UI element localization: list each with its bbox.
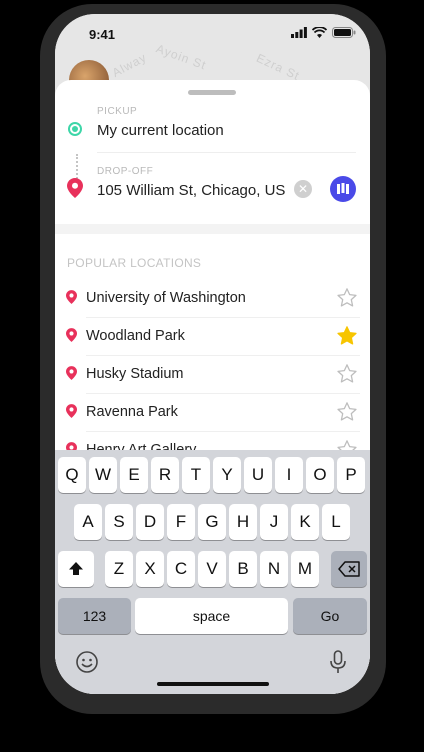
drag-handle[interactable] [188, 90, 236, 95]
location-name: Husky Stadium [86, 366, 184, 382]
location-name: Woodland Park [86, 328, 185, 344]
field-divider [97, 152, 356, 153]
section-gap [55, 224, 370, 234]
key-f[interactable]: F [167, 504, 195, 540]
numbers-key[interactable]: 123 [58, 598, 131, 634]
home-indicator[interactable] [157, 682, 269, 686]
key-n[interactable]: N [260, 551, 288, 587]
key-c[interactable]: C [167, 551, 195, 587]
key-s[interactable]: S [105, 504, 133, 540]
clear-dropoff-button[interactable]: ✕ [294, 180, 312, 198]
location-name: Ravenna Park [86, 404, 178, 420]
star-outline-icon[interactable] [336, 363, 358, 385]
location-item[interactable]: University of Washington [55, 280, 370, 318]
shift-key[interactable] [58, 551, 94, 587]
location-pin-icon [66, 328, 77, 342]
map-road-label: Alway [109, 50, 150, 80]
key-z[interactable]: Z [105, 551, 133, 587]
wifi-icon [312, 27, 327, 38]
key-v[interactable]: V [198, 551, 226, 587]
backspace-icon [338, 561, 360, 577]
microphone-icon[interactable] [329, 650, 347, 674]
dropoff-pin-icon [67, 178, 83, 198]
location-name: University of Washington [86, 290, 246, 306]
map-view-button[interactable] [330, 176, 356, 202]
key-u[interactable]: U [244, 457, 272, 493]
star-outline-icon[interactable] [336, 401, 358, 423]
pickup-label: PICKUP [97, 106, 138, 117]
key-d[interactable]: D [136, 504, 164, 540]
pickup-field[interactable]: My current location [97, 122, 224, 139]
map-road-label: Ezra St [254, 50, 303, 84]
key-i[interactable]: I [275, 457, 303, 493]
key-l[interactable]: L [322, 504, 350, 540]
key-e[interactable]: E [120, 457, 148, 493]
emoji-icon[interactable] [75, 650, 99, 674]
key-g[interactable]: G [198, 504, 226, 540]
location-pin-icon [66, 290, 77, 304]
location-item[interactable]: Husky Stadium [55, 356, 370, 394]
key-j[interactable]: J [260, 504, 288, 540]
status-time: 9:41 [89, 27, 116, 42]
key-a[interactable]: A [74, 504, 102, 540]
signal-icon [291, 27, 307, 38]
key-y[interactable]: Y [213, 457, 241, 493]
key-o[interactable]: O [306, 457, 334, 493]
status-bar: 9:41 [55, 14, 370, 54]
keyboard: Q W E R T Y U I O P A S D F G H J K L Z … [55, 450, 370, 694]
battery-icon [332, 27, 356, 38]
popular-locations-title: POPULAR LOCATIONS [67, 256, 202, 270]
backspace-key[interactable] [331, 551, 367, 587]
key-h[interactable]: H [229, 504, 257, 540]
dropoff-label: DROP-OFF [97, 166, 154, 177]
key-b[interactable]: B [229, 551, 257, 587]
pickup-dot-icon [68, 122, 82, 136]
space-key[interactable]: space [135, 598, 288, 634]
key-q[interactable]: Q [58, 457, 86, 493]
shift-icon [69, 562, 83, 575]
location-item[interactable]: Ravenna Park [55, 394, 370, 432]
map-icon [337, 183, 349, 194]
location-pin-icon [66, 366, 77, 380]
star-filled-icon[interactable] [336, 325, 358, 347]
dropoff-field[interactable]: 105 William St, Chicago, US [97, 182, 285, 199]
app-screen: Alway Ayoin St Ezra St 9:41 PICKUP My cu… [55, 14, 370, 694]
star-outline-icon[interactable] [336, 287, 358, 309]
key-r[interactable]: R [151, 457, 179, 493]
go-key[interactable]: Go [293, 598, 367, 634]
key-w[interactable]: W [89, 457, 117, 493]
location-pin-icon [66, 404, 77, 418]
key-x[interactable]: X [136, 551, 164, 587]
key-p[interactable]: P [337, 457, 365, 493]
key-m[interactable]: M [291, 551, 319, 587]
location-item[interactable]: Woodland Park [55, 318, 370, 356]
key-t[interactable]: T [182, 457, 210, 493]
key-k[interactable]: K [291, 504, 319, 540]
